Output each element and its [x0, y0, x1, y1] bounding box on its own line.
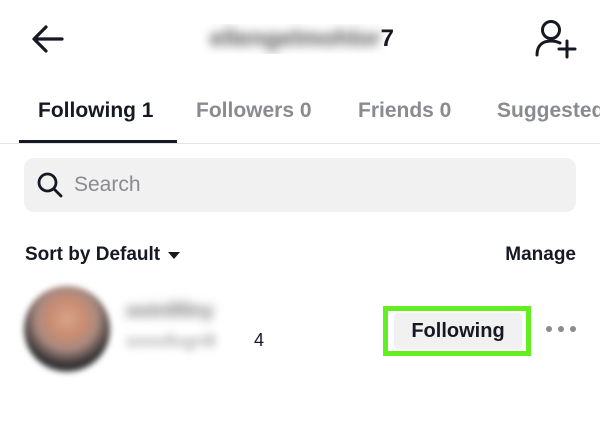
user-handle-suffix: 4 — [254, 330, 265, 350]
username-suffix: 7 — [380, 25, 395, 52]
arrow-left-icon — [32, 25, 64, 53]
more-icon — [546, 326, 576, 332]
sort-dropdown[interactable]: Sort by Default — [25, 244, 181, 266]
following-button[interactable]: Following — [394, 313, 522, 349]
add-friend-button[interactable] — [534, 17, 580, 59]
tab-following[interactable]: Following 1 — [38, 98, 154, 124]
tab-followers[interactable]: Followers 0 — [196, 98, 312, 124]
active-tab-indicator — [19, 140, 177, 143]
profile-username: ellengelmohlor7 — [194, 24, 410, 54]
avatar[interactable] — [24, 286, 110, 372]
back-button[interactable] — [28, 20, 70, 58]
caret-down-icon — [168, 251, 181, 259]
search-bar[interactable] — [24, 158, 576, 212]
add-user-icon — [535, 20, 577, 59]
tab-suggested[interactable]: Suggested — [497, 98, 600, 124]
more-options-button[interactable] — [542, 314, 580, 344]
tab-friends[interactable]: Friends 0 — [358, 98, 451, 124]
top-bar: ellengelmohlor7 — [0, 0, 600, 78]
user-info[interactable]: ooinllllny oooollognlll 4 — [126, 298, 346, 358]
display-name: ooinllllny — [126, 300, 214, 322]
search-icon — [37, 172, 63, 198]
username-text: ellengelmohlor — [209, 25, 381, 52]
list-controls: Sort by Default Manage — [0, 240, 600, 272]
user-handle: oooollognlll — [126, 331, 217, 351]
manage-button[interactable]: Manage — [505, 244, 576, 266]
search-input[interactable] — [74, 158, 564, 212]
sort-label: Sort by Default — [25, 244, 161, 265]
follow-tabs: Following 1 Followers 0 Friends 0 Sugges… — [0, 88, 600, 144]
